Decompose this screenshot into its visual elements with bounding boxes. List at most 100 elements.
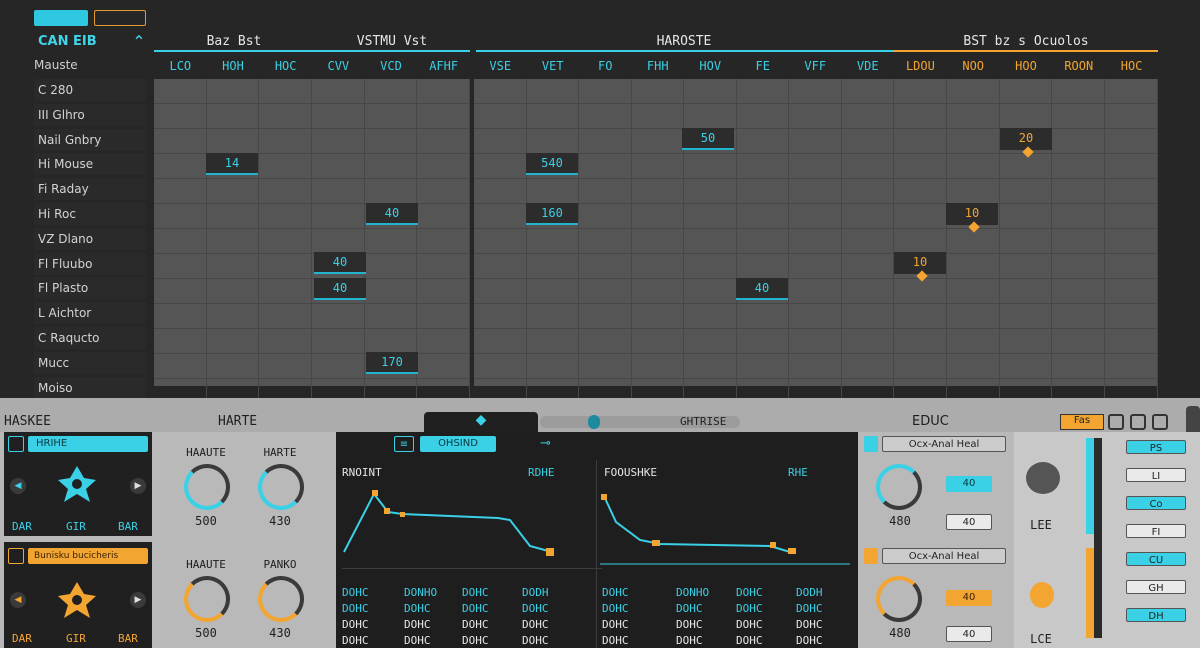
column-header[interactable]: VET [527, 56, 580, 78]
grid-cell[interactable] [579, 153, 632, 179]
row-label[interactable]: Hi Mouse [34, 153, 146, 176]
fx-button[interactable]: Fas [1060, 414, 1104, 430]
grid-cell[interactable] [684, 328, 737, 354]
mixer-item[interactable]: CU [1126, 552, 1186, 566]
grid-cell[interactable] [154, 79, 207, 104]
grid-cell[interactable] [579, 103, 632, 129]
grid-cell[interactable] [312, 228, 365, 254]
grid-cell[interactable] [259, 353, 312, 379]
grid-cell[interactable] [789, 153, 842, 179]
grid-cell[interactable] [312, 328, 365, 354]
grid-cell[interactable] [684, 278, 737, 304]
grid-cell[interactable] [1052, 128, 1106, 154]
row-label[interactable]: Mucc [34, 351, 146, 374]
mixer-item[interactable]: Co [1126, 496, 1186, 510]
grid-cell[interactable] [789, 228, 842, 254]
grid-cell[interactable] [841, 278, 894, 304]
grid-cell[interactable] [999, 103, 1053, 129]
grid-cell[interactable] [474, 203, 527, 229]
mixer-item[interactable]: LI [1126, 468, 1186, 482]
grid-cell[interactable] [364, 278, 418, 304]
grid-cell[interactable] [999, 353, 1053, 379]
ch2-small-field[interactable]: 40 [946, 626, 992, 642]
ch2-small-field[interactable]: 40 [946, 590, 992, 606]
grid-cell[interactable] [946, 278, 1000, 304]
grid-cell[interactable] [417, 303, 470, 329]
grid-cell[interactable] [684, 79, 737, 104]
grid-cell[interactable] [684, 178, 737, 204]
grid-cell[interactable] [684, 103, 737, 129]
grid-cell[interactable] [474, 303, 527, 329]
inst2-power-icon[interactable] [8, 548, 24, 564]
column-header[interactable]: VCD [365, 56, 418, 78]
grid-cell[interactable] [999, 253, 1053, 279]
grid-cell[interactable] [841, 153, 894, 179]
grid-cell[interactable] [631, 228, 684, 254]
active-step[interactable]: 40 [366, 203, 418, 225]
column-header[interactable]: ROON [1052, 56, 1105, 78]
ch2-name[interactable]: Ocx-Anal Heal [882, 548, 1006, 564]
grid-cell[interactable] [736, 153, 789, 179]
column-header[interactable]: LCO [154, 56, 207, 78]
mixer-item[interactable]: PS [1126, 440, 1186, 454]
grid-cell[interactable] [154, 353, 207, 379]
grid-cell[interactable] [841, 178, 894, 204]
grid-cell[interactable] [789, 253, 842, 279]
column-header[interactable]: HOO [1000, 56, 1053, 78]
env-param[interactable]: DOHC [342, 634, 369, 647]
env-param[interactable]: DOHC [462, 618, 489, 631]
env-param[interactable]: DOHC [342, 602, 369, 615]
pattern-grid-c[interactable] [894, 79, 1158, 404]
grid-cell[interactable] [259, 178, 312, 204]
knob-cyan-1[interactable] [184, 464, 230, 510]
grid-cell[interactable] [259, 203, 312, 229]
grid-cell[interactable] [789, 128, 842, 154]
env-param[interactable]: DOHC [342, 618, 369, 631]
inst1-next-icon[interactable]: ▶ [130, 478, 146, 494]
grid-cell[interactable] [206, 303, 260, 329]
grid-cell[interactable] [1052, 228, 1106, 254]
grid-cell[interactable] [312, 128, 365, 154]
grid-cell[interactable] [999, 303, 1053, 329]
grid-cell[interactable] [259, 253, 312, 279]
grid-cell[interactable] [474, 253, 527, 279]
grid-cell[interactable] [1052, 153, 1106, 179]
env-param[interactable]: DOHC [404, 634, 431, 647]
grid-cell[interactable] [474, 128, 527, 154]
knob-orange-2[interactable] [258, 576, 304, 622]
grid-cell[interactable] [154, 328, 207, 354]
env-param[interactable]: DONHO [404, 586, 437, 599]
env-param[interactable]: DOHC [462, 602, 489, 615]
grid-cell[interactable] [1105, 253, 1158, 279]
grid-cell[interactable] [999, 228, 1053, 254]
env-param[interactable]: DOHC [462, 634, 489, 647]
grid-cell[interactable] [526, 303, 579, 329]
grid-cell[interactable] [154, 278, 207, 304]
toolbar-secondary-button[interactable] [94, 10, 146, 26]
grid-cell[interactable] [474, 353, 527, 379]
grid-cell[interactable] [736, 79, 789, 104]
grid-cell[interactable] [474, 153, 527, 179]
settings-icon[interactable] [1152, 414, 1168, 430]
grid-cell[interactable] [364, 303, 418, 329]
grid-cell[interactable] [474, 103, 527, 129]
knob-orange-1[interactable] [184, 576, 230, 622]
grid-cell[interactable] [894, 353, 947, 379]
row-label[interactable]: III Glhro [34, 103, 146, 126]
grid-cell[interactable] [259, 79, 312, 104]
env-param[interactable]: DOHC [342, 586, 369, 599]
column-header[interactable]: FHH [632, 56, 685, 78]
env-param[interactable]: DOHC [736, 634, 763, 647]
grid-cell[interactable] [999, 278, 1053, 304]
env-param[interactable]: DOHC [676, 634, 703, 647]
grid-cell[interactable] [154, 253, 207, 279]
grid-cell[interactable] [631, 353, 684, 379]
grid-cell[interactable] [789, 203, 842, 229]
grid-cell[interactable] [684, 203, 737, 229]
row-label[interactable]: Moiso [34, 376, 146, 399]
env2-mode[interactable]: RHE [788, 466, 808, 479]
grid-cell[interactable] [1105, 128, 1158, 154]
grid-cell[interactable] [364, 128, 418, 154]
env-param[interactable]: DOHC [676, 618, 703, 631]
column-header[interactable]: LDOU [894, 56, 947, 78]
